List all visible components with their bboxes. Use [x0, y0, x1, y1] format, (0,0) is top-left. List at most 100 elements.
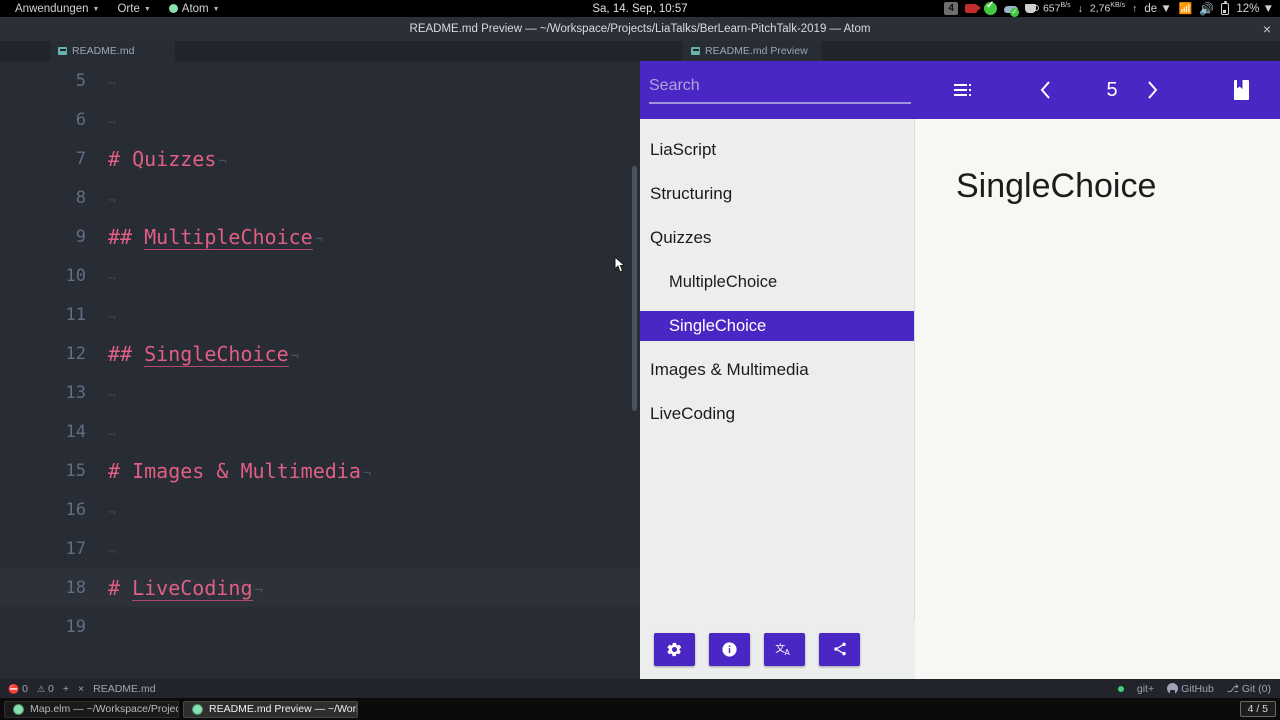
code-line[interactable]: 15 # Images & Multimedia ¬ — [0, 451, 640, 490]
keyboard-layout-indicator[interactable]: de ▼ — [1144, 3, 1171, 15]
line-content: ## SingleChoice ¬ — [108, 341, 300, 367]
information-button[interactable] — [709, 632, 750, 666]
code-line[interactable]: 7 # Quizzes ¬ — [0, 139, 640, 178]
svg-text:A: A — [785, 647, 791, 656]
live-status-dot — [1117, 685, 1124, 692]
tab-readme-preview[interactable]: README.md Preview — [682, 41, 822, 61]
code-line[interactable]: 14 ¬ — [0, 412, 640, 451]
atom-window-titlebar: README.md Preview — ~/Workspace/Projects… — [0, 17, 1280, 41]
line-content: # LiveCoding ¬ — [108, 575, 263, 601]
markdown-file-icon — [691, 47, 700, 55]
toc-item-label: LiveCoding — [650, 404, 736, 423]
coffee-cup-icon[interactable] — [1024, 4, 1039, 13]
code-line[interactable]: 12 ## SingleChoice ¬ — [0, 334, 640, 373]
eol-marker: ¬ — [108, 310, 116, 326]
preview-tab-label: README.md Preview — [705, 45, 808, 57]
line-number: 15 — [65, 460, 86, 481]
lia-bottom-toolbar: 文A — [640, 619, 915, 679]
line-number: 12 — [65, 343, 86, 364]
line-number: 10 — [65, 265, 86, 286]
lia-main-area: LiaScript Structuring Quizzes MultipleChoic… — [640, 119, 1280, 679]
code-line[interactable]: 13 ¬ — [0, 373, 640, 412]
wifi-icon[interactable]: 📶 — [1179, 2, 1193, 15]
code-line[interactable]: 6 ¬ — [0, 100, 640, 139]
toc-item[interactable]: MultipleChoice — [640, 267, 914, 297]
check-circle-icon[interactable] — [983, 0, 997, 15]
toc-item[interactable]: LiveCoding — [640, 399, 914, 429]
error-indicator[interactable]: ⛔ 0 — [8, 683, 28, 695]
camera-record-icon[interactable] — [964, 4, 981, 13]
mouse-cursor-pointer — [613, 255, 629, 276]
code-line[interactable]: 17 ¬ — [0, 529, 640, 568]
status-file-label[interactable]: README.md — [93, 683, 155, 695]
line-content: ¬ — [108, 381, 116, 405]
toc-toggle-button[interactable] — [945, 73, 979, 107]
atom-app-icon — [13, 703, 24, 715]
lia-header-bar: 5 — [640, 61, 1280, 119]
code-line[interactable]: 9 ## MultipleChoice ¬ — [0, 217, 640, 256]
places-menu[interactable]: Orte ▼ — [108, 0, 159, 17]
taskbar-item-label: README.md Preview — ~/Worksp… — [209, 703, 357, 715]
code-line[interactable]: 5 ¬ — [0, 61, 640, 100]
code-line[interactable]: 11 ¬ — [0, 295, 640, 334]
next-slide-button[interactable] — [1137, 75, 1167, 105]
git-branch-indicator[interactable]: ⎇ Git (0) — [1227, 683, 1271, 695]
github-indicator[interactable]: GitHub — [1167, 683, 1214, 695]
volume-icon[interactable]: 🔊 — [1199, 2, 1214, 16]
settings-button[interactable] — [654, 632, 695, 666]
toc-item[interactable]: SingleChoice — [640, 311, 914, 341]
eol-marker: ¬ — [290, 348, 300, 365]
taskbar-item[interactable]: README.md Preview — ~/Worksp… — [183, 700, 358, 718]
atom-status-bar: ⛔ 0 ⚠ 0 + × README.md git+ GitHub ⎇ Git … — [0, 679, 1280, 698]
line-number: 17 — [65, 538, 86, 559]
markdown-file-icon — [58, 47, 67, 55]
eol-marker: ¬ — [108, 388, 116, 404]
share-button[interactable] — [819, 632, 860, 666]
translate-button[interactable]: 文A — [764, 632, 805, 666]
eol-marker: ¬ — [108, 76, 116, 92]
close-icon[interactable]: × — [1263, 22, 1271, 36]
code-line[interactable]: 8 ¬ — [0, 178, 640, 217]
search-input[interactable] — [649, 76, 911, 104]
line-number: 18 — [65, 577, 86, 598]
applications-menu-label: Anwendungen — [15, 2, 89, 15]
cloud-sync-icon[interactable] — [1003, 3, 1019, 17]
code-line[interactable]: 10 ¬ — [0, 256, 640, 295]
split-close-button[interactable]: × — [78, 683, 84, 695]
atom-app-menu[interactable]: Atom ▼ — [160, 0, 229, 17]
system-tray: 4 657B/s ↓ 2,76KB/s ↑ de ▼ 📶 🔊 12% ▼ — [937, 0, 1280, 17]
tab-label: README.md — [72, 45, 135, 57]
heading-text: LiveCoding — [132, 575, 253, 601]
line-content: # Images & Multimedia ¬ — [108, 458, 372, 483]
editor-vertical-scrollbar[interactable] — [632, 166, 637, 411]
code-editor[interactable]: 5 ¬ 6 ¬ 7 # Quizzes ¬ 8 ¬ 9 ## MultipleChoice ¬ 10 ¬ 1… — [0, 61, 640, 679]
applications-menu[interactable]: Anwendungen ▼ — [6, 0, 108, 17]
gear-icon — [667, 642, 682, 656]
taskbar-item[interactable]: Map.elm — ~/Workspace/Projects… — [4, 700, 179, 718]
toc-item[interactable]: Images & Multimedia — [640, 355, 914, 385]
translate-icon: 文A — [775, 641, 791, 656]
preview-pane: README.md Preview Search 5 LiaScript Str… — [640, 41, 1280, 679]
toc-item[interactable]: Quizzes — [640, 223, 914, 253]
workspace-indicator[interactable]: 4 / 5 — [1239, 701, 1276, 717]
split-add-button[interactable]: + — [63, 683, 69, 695]
toc-item[interactable]: LiaScript — [640, 135, 914, 165]
battery-percent[interactable]: 12% ▼ — [1236, 3, 1274, 15]
workspace-badge[interactable]: 4 — [944, 2, 958, 15]
line-number: 7 — [75, 148, 86, 169]
tab-readme-md[interactable]: README.md — [50, 41, 175, 61]
bookmark-button[interactable] — [1225, 74, 1257, 106]
code-line[interactable]: 19 — [0, 607, 640, 646]
search-field-wrapper — [649, 76, 919, 104]
warning-indicator[interactable]: ⚠ 0 — [37, 683, 54, 695]
atom-app-icon — [168, 4, 178, 13]
desktop-top-panel: Anwendungen ▼ Orte ▼ Atom ▼ Sa, 14. Sep,… — [0, 0, 1280, 17]
eol-marker: ¬ — [108, 544, 116, 560]
slide-number[interactable]: 5 — [1082, 75, 1142, 105]
git-plus-label[interactable]: git+ — [1137, 683, 1154, 695]
code-line[interactable]: 18 # LiveCoding ¬ — [0, 568, 640, 607]
code-line[interactable]: 16 ¬ — [0, 490, 640, 529]
previous-slide-button[interactable] — [1030, 75, 1060, 105]
toc-item[interactable]: Structuring — [640, 179, 914, 209]
chevron-down-icon: ▼ — [212, 6, 220, 13]
